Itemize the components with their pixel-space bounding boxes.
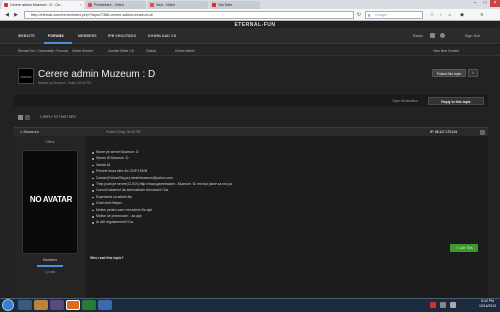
sub-link-cerere[interactable]: Cerere Admin xyxy=(175,48,195,54)
page-title: Cerere admin Muzeum : D xyxy=(38,69,156,80)
search-placeholder: Google xyxy=(375,13,388,17)
browser-tab[interactable]: Vezi - Video xyxy=(148,1,208,9)
post-line: Ai citit regulamentul?:Da. xyxy=(92,220,134,225)
tab-label: YouTube xyxy=(218,3,233,7)
breadcrumb-item[interactable]: Community xyxy=(38,49,54,53)
taskbar-clock[interactable]: 8:40 PM 10/14/2013 xyxy=(479,299,496,309)
sub-link-cs16[interactable]: Counter Strike 1.6 xyxy=(108,48,134,54)
tray-icon[interactable] xyxy=(430,302,436,308)
tab-label: Cerere admin Muzeum : D - Ce... xyxy=(10,3,63,7)
youtube-icon xyxy=(212,3,216,7)
ie-taskbar-icon[interactable] xyxy=(18,300,32,310)
google-icon: g xyxy=(368,13,371,17)
video-icon xyxy=(88,3,92,7)
url-text: http://eternal.com/forum/index.php?/topi… xyxy=(31,13,154,17)
nav-shoutbox[interactable]: IPB SHOUTBOX xyxy=(108,32,136,40)
post-line: Experienta ca admin:Nu xyxy=(91,194,133,199)
nav-members[interactable]: MEMBERS xyxy=(78,32,97,40)
menu-icon[interactable]: ≡ xyxy=(478,11,486,19)
post-line: Varsta:16 xyxy=(91,162,111,167)
post-line: Motive pentru care vrei admin:Sa ajut xyxy=(91,207,153,212)
rank-bar xyxy=(37,265,63,267)
who-read-link[interactable]: Who read this topic? xyxy=(90,256,124,260)
like-label: Like This xyxy=(459,246,473,250)
post-line: Nume pe server:Muzeum :D xyxy=(91,150,139,154)
post-line: Primele doua cifre din CNP:19108 xyxy=(91,169,148,174)
breadcrumb-item[interactable]: Eternal-Fun xyxy=(18,49,35,53)
reply-button[interactable]: Reply to this topic xyxy=(428,97,484,105)
follow-count: 0 xyxy=(468,69,478,77)
user-status: Offline xyxy=(45,140,55,144)
tab-label: Prezentare - Video xyxy=(94,3,124,7)
volume-icon[interactable] xyxy=(450,302,456,308)
status-dot-icon: ● xyxy=(20,129,23,134)
ip-address: IP: 88.127.175.104 xyxy=(430,130,458,134)
post-line: Timp jucat pe server(CLICK):http://www.g… xyxy=(91,182,233,186)
star-icon[interactable]: ☆ xyxy=(428,11,436,19)
firefox-taskbar-icon[interactable] xyxy=(66,300,80,310)
sign-out-link[interactable]: Sign Out xyxy=(465,32,480,40)
post-line: Cunosti sistemul de administrare Amxmodx… xyxy=(91,188,169,193)
main-nav xyxy=(0,28,500,44)
author-avatar[interactable]: AVATAR xyxy=(18,68,34,84)
user-avatar[interactable]: NO AVATAR xyxy=(22,150,78,254)
post-options-icon[interactable] xyxy=(480,130,485,135)
radio-link[interactable]: Radio xyxy=(413,32,423,40)
home-icon[interactable]: ⌂ xyxy=(446,11,454,19)
maximize-button[interactable]: □ xyxy=(480,0,490,7)
nav-download[interactable]: DOWNLOAD CS xyxy=(148,32,176,40)
browser-tab[interactable]: YouTube xyxy=(210,1,260,9)
topic-meta: Started by Muzeum, Today, 08:40 PM xyxy=(38,81,92,85)
reload-icon[interactable]: ↻ xyxy=(355,11,363,19)
nav-forums[interactable]: FORUMS xyxy=(48,32,64,40)
sub-link-classic[interactable]: Classic xyxy=(146,48,156,54)
post-date: Posted Today, 08:40 PM xyxy=(106,130,141,134)
user-group: Members xyxy=(42,258,58,262)
user-icon[interactable] xyxy=(440,33,445,38)
pause-icon[interactable] xyxy=(18,115,23,120)
close-icon[interactable]: × xyxy=(80,1,82,9)
user-post-count: 1 posts xyxy=(44,270,56,274)
app-taskbar-icon[interactable] xyxy=(82,300,96,310)
follow-button[interactable]: Follow this topic xyxy=(432,69,466,77)
no-avatar-text: NO AVATAR xyxy=(29,195,73,204)
post-line: Motive de promovare:...sa ajut xyxy=(92,214,142,218)
browser-tab-active[interactable]: Cerere admin Muzeum : D - Ce... × xyxy=(2,1,84,9)
window-close-button[interactable]: × xyxy=(490,0,500,7)
network-icon[interactable] xyxy=(440,302,446,308)
app-taskbar-icon[interactable] xyxy=(98,300,112,310)
nav-website[interactable]: WEBSITE xyxy=(18,32,35,40)
author-name-text: Muzeum xyxy=(23,129,39,134)
addon-icon[interactable]: ◆ xyxy=(458,11,466,19)
search-input[interactable]: g Google xyxy=(365,11,423,19)
download-icon[interactable]: ↓ xyxy=(437,11,445,19)
post-line: Steam ID:Muzeum :D xyxy=(91,156,129,161)
breadcrumb: Eternal-Fun › Community › Forumul xyxy=(18,49,69,53)
sub-link-online[interactable]: Online Servers xyxy=(72,48,93,54)
site-favicon-icon xyxy=(4,3,8,7)
explorer-taskbar-icon[interactable] xyxy=(34,300,48,310)
browser-tab[interactable]: Prezentare - Video xyxy=(86,1,146,9)
back-icon[interactable]: ◀ xyxy=(3,11,11,19)
post-header xyxy=(14,127,488,136)
share-icon[interactable] xyxy=(25,115,30,120)
post-author-name[interactable]: ● Muzeum xyxy=(20,129,39,135)
video-icon xyxy=(150,3,154,7)
clock-date: 10/14/2013 xyxy=(479,304,496,308)
post-line: Grad dorit:Helper xyxy=(91,201,123,206)
start-button[interactable] xyxy=(2,299,14,311)
minimize-button[interactable]: – xyxy=(470,0,480,7)
topic-moderation-link[interactable]: Topic Moderation xyxy=(392,97,418,105)
like-button[interactable]: ✓ Like This xyxy=(450,244,478,252)
post-line: Contact(Yahoo/Skype):danielmuzeum@yahoo.… xyxy=(92,175,173,180)
reply-count: 1 REPLY TO THIS TOPIC xyxy=(40,115,77,119)
media-taskbar-icon[interactable] xyxy=(50,300,64,310)
breadcrumb-item[interactable]: Forumul xyxy=(56,49,68,53)
nav-active-indicator xyxy=(44,42,72,44)
tab-label: Vezi - Video xyxy=(156,3,176,7)
forward-icon[interactable]: ▶ xyxy=(12,11,20,19)
envelope-icon[interactable] xyxy=(430,33,435,38)
url-bar[interactable]: http://eternal.com/forum/index.php?/topi… xyxy=(24,11,354,19)
view-new-content[interactable]: View New Content xyxy=(433,48,459,54)
